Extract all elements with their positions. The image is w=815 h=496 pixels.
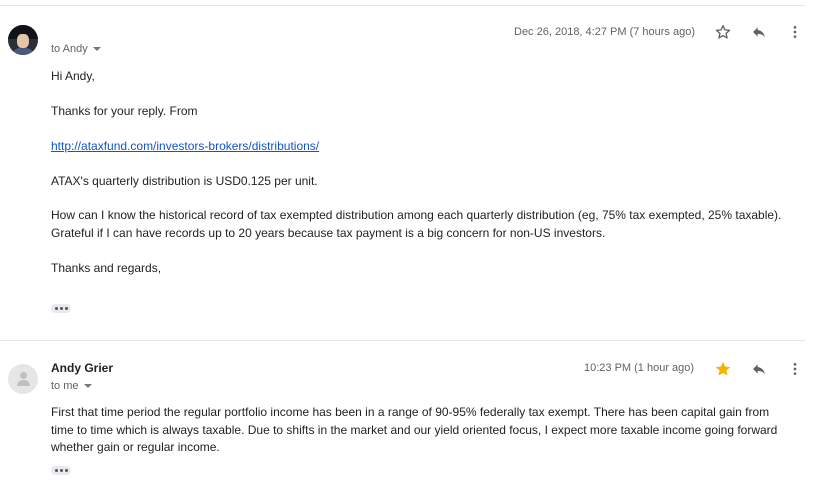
recipient-label: to me — [51, 380, 79, 392]
body-line: First that time period the regular portf… — [51, 405, 770, 419]
reply-button[interactable] — [749, 22, 769, 42]
chevron-down-icon — [92, 47, 101, 51]
body-paragraph: How can I know the historical record of … — [51, 208, 782, 222]
body-closing: Thanks and regards, — [51, 261, 162, 275]
sender-name[interactable]: Andy Grier — [51, 361, 113, 375]
star-button[interactable] — [713, 359, 733, 379]
sender-avatar[interactable] — [8, 364, 38, 394]
more-options-button[interactable] — [785, 359, 805, 379]
chevron-down-icon — [83, 384, 92, 388]
star-button[interactable] — [713, 22, 733, 42]
reply-icon — [753, 364, 765, 375]
reply-icon — [753, 27, 765, 38]
show-trimmed-content-button[interactable] — [51, 304, 71, 313]
body-paragraph: Grateful if I can have records up to 20 … — [51, 226, 606, 240]
recipient-dropdown[interactable]: to Andy — [51, 43, 101, 55]
show-trimmed-content-button[interactable] — [51, 466, 71, 475]
body-paragraph: Thanks for your reply. From — [51, 104, 198, 118]
more-options-button[interactable] — [785, 22, 805, 42]
body-line: whether gain or regular income. — [51, 440, 220, 454]
distributions-link[interactable]: http://ataxfund.com/investors-brokers/di… — [51, 139, 319, 153]
sender-avatar[interactable] — [8, 25, 38, 55]
body-line: time to time which is always taxable. Du… — [51, 423, 778, 437]
top-divider — [0, 5, 805, 6]
star-filled-icon — [716, 362, 730, 376]
reply-button[interactable] — [749, 359, 769, 379]
body-paragraph: ATAX's quarterly distribution is USD0.12… — [51, 174, 318, 188]
recipient-label: to Andy — [51, 43, 88, 55]
more-vert-icon — [793, 363, 797, 375]
message-date: Dec 26, 2018, 4:27 PM (7 hours ago) — [514, 26, 695, 38]
body-greeting: Hi Andy, — [51, 69, 95, 83]
message-date: 10:23 PM (1 hour ago) — [584, 362, 695, 374]
star-outline-icon — [715, 25, 731, 39]
message-divider — [0, 340, 805, 341]
more-vert-icon — [793, 26, 797, 38]
recipient-dropdown[interactable]: to me — [51, 380, 92, 392]
